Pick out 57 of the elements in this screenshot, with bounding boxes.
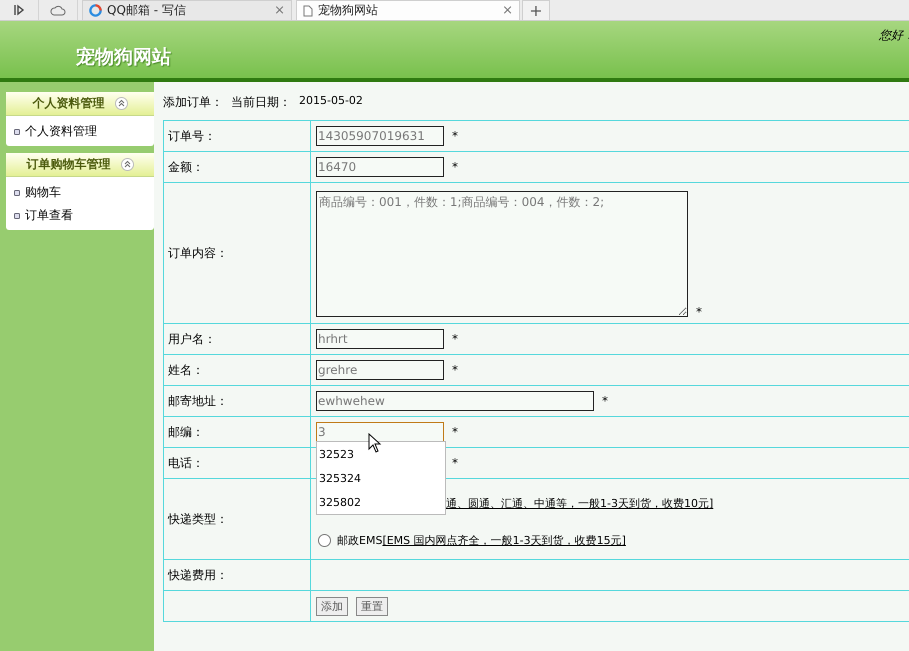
autocomplete-option[interactable]: 325324 <box>317 466 445 490</box>
bullet-icon <box>14 128 20 134</box>
field-label: 金额： <box>168 158 204 176</box>
field-label: 用户名： <box>168 330 216 348</box>
autocomplete-option[interactable]: 325802 <box>317 490 445 514</box>
radio-label: 通、圆通、汇通、中通等，一般1-3天到货，收费10元] <box>446 496 714 511</box>
sidebar-toggle-icon[interactable] <box>13 4 25 16</box>
field-label: 姓名： <box>168 362 204 378</box>
site-title: 宠物狗网站 <box>76 45 171 70</box>
field-label: 电话： <box>168 454 204 472</box>
close-tab-button[interactable]: × <box>274 3 285 18</box>
text-input[interactable]: ewhwehew <box>316 391 594 411</box>
form-button[interactable]: 添加 <box>316 596 348 616</box>
close-tab-button[interactable]: × <box>502 3 513 18</box>
menu-item[interactable]: 购物车 <box>6 181 154 204</box>
text-input[interactable]: grehre <box>316 360 444 380</box>
browser-tab[interactable]: 宠物狗网站 × <box>296 0 520 20</box>
form-heading: 添加订单： <box>163 94 223 111</box>
form-button[interactable]: 重置 <box>356 596 388 616</box>
text-area[interactable]: 商品编号：001，件数：1;商品编号：004，件数：2; <box>316 191 688 317</box>
bullet-icon <box>14 212 20 218</box>
current-date: 2015-05-02 <box>299 94 363 109</box>
menu-group-title: 订单购物车管理 <box>26 156 110 173</box>
field-label: 邮寄地址： <box>168 392 228 410</box>
menu-item[interactable]: 个人资料管理 <box>6 120 154 143</box>
required-mark: * <box>452 129 458 143</box>
required-mark: * <box>452 363 458 377</box>
circle-logo-icon <box>89 4 102 17</box>
field-label: 快递类型： <box>168 510 228 528</box>
required-mark: * <box>452 160 458 174</box>
browser-tab[interactable]: QQ邮箱 - 写信 × <box>82 0 292 20</box>
required-mark: * <box>602 394 608 408</box>
text-input[interactable]: 16470 <box>316 157 444 177</box>
menu-group-title: 个人资料管理 <box>32 95 104 112</box>
required-mark: * <box>452 332 458 346</box>
new-tab-button[interactable]: + <box>522 0 550 20</box>
required-mark: * <box>696 305 702 319</box>
text-input[interactable]: 14305907019631 <box>316 126 444 146</box>
text-input[interactable]: hrhrt <box>316 329 444 349</box>
greeting-text: 您好： <box>879 27 909 44</box>
field-label: 订单内容： <box>168 244 228 262</box>
required-mark: * <box>452 456 458 470</box>
collapse-icon[interactable] <box>114 97 128 110</box>
required-mark: * <box>452 425 458 439</box>
text-input[interactable]: 3 <box>316 422 444 442</box>
page-icon <box>303 4 313 16</box>
bullet-icon <box>14 190 20 196</box>
menu-item[interactable]: 订单查看 <box>6 204 154 227</box>
cloud-icon[interactable] <box>50 4 66 16</box>
date-label: 当前日期： <box>231 94 291 111</box>
autocomplete-option[interactable]: 32523 <box>317 442 445 466</box>
radio-label: 邮政EMS[EMS 国内网点齐全，一般1-3天到货，收费15元] <box>337 533 626 548</box>
field-label: 快递费用： <box>168 566 228 584</box>
radio-button[interactable] <box>318 534 331 547</box>
field-label: 邮编： <box>168 424 204 440</box>
collapse-icon[interactable] <box>120 158 134 171</box>
field-label: 订单号： <box>168 128 216 144</box>
